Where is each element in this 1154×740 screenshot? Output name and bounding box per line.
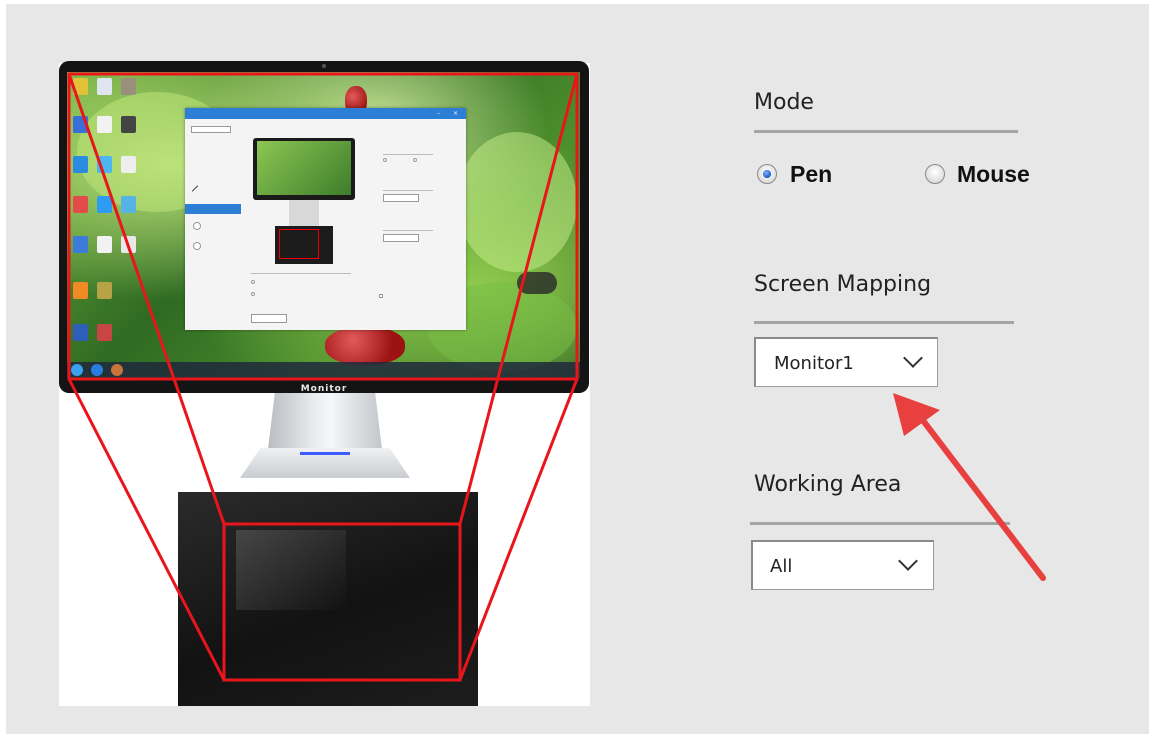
mini-radio[interactable]	[383, 158, 387, 162]
desktop-icon[interactable]	[73, 324, 88, 341]
mini-section-rule	[383, 190, 433, 191]
chevron-down-icon[interactable]	[898, 551, 918, 571]
desktop-icon[interactable]	[73, 282, 88, 299]
working-area-select[interactable]: All	[751, 540, 934, 590]
taskbar	[67, 362, 580, 378]
mode-title: Mode	[754, 90, 814, 115]
mini-stand	[289, 200, 319, 226]
working-area-divider	[750, 522, 1010, 525]
desktop-icon[interactable]	[121, 78, 136, 95]
mini-nav-active-item	[185, 204, 241, 214]
desktop-icon[interactable]	[73, 116, 88, 133]
working-area-value: All	[770, 556, 793, 577]
desktop-icon[interactable]	[97, 282, 112, 299]
desktop-icon[interactable]	[97, 324, 112, 341]
desktop-icon[interactable]	[97, 196, 112, 213]
desktop-icon[interactable]	[97, 78, 112, 95]
mini-monitor-screen	[257, 141, 351, 195]
mini-device-select[interactable]	[191, 126, 231, 133]
screen-mapping-value: Monitor1	[774, 353, 854, 374]
mini-divider	[251, 273, 351, 274]
start-icon[interactable]	[71, 364, 83, 376]
browser-icon[interactable]	[91, 364, 103, 376]
mode-divider	[754, 130, 1018, 133]
pen-radio-label[interactable]: Pen	[790, 161, 832, 188]
screen-mapping-title: Screen Mapping	[754, 272, 932, 297]
desktop-icon[interactable]	[97, 116, 112, 133]
monitor-brand-label: Monitor	[300, 384, 348, 394]
desktop-icon[interactable]	[73, 236, 88, 253]
mini-checkbox[interactable]	[379, 294, 383, 298]
mini-section-rule	[383, 154, 433, 155]
desktop-icon[interactable]	[121, 196, 136, 213]
floating-widget[interactable]	[517, 272, 557, 294]
close-icon[interactable]: ×	[453, 108, 458, 119]
desktop-icon[interactable]	[73, 196, 88, 213]
desktop-icon[interactable]	[121, 236, 136, 253]
mini-radio[interactable]	[251, 280, 255, 284]
about-icon	[193, 242, 201, 250]
pen-radio[interactable]	[757, 164, 777, 184]
window-titlebar: – ×	[185, 108, 466, 119]
mini-tablet-active-area	[279, 229, 319, 259]
desktop-icon[interactable]	[73, 156, 88, 173]
desktop-icon[interactable]	[73, 78, 88, 95]
desktop-icon[interactable]	[121, 156, 136, 173]
mouse-radio[interactable]	[925, 164, 945, 184]
pen-icon	[191, 185, 199, 192]
minimize-icon[interactable]: –	[437, 108, 440, 119]
desktop-icon[interactable]	[97, 236, 112, 253]
screen-mapping-divider	[754, 321, 1014, 324]
screen-mapping-select[interactable]: Monitor1	[754, 337, 938, 387]
monitor-stand-light	[300, 452, 350, 455]
app-icon[interactable]	[111, 364, 123, 376]
berry	[325, 327, 405, 365]
mouse-radio-label[interactable]: Mouse	[957, 161, 1030, 188]
monitor-stand-neck	[268, 393, 382, 449]
mini-section-rule	[383, 230, 433, 231]
desktop-icon[interactable]	[121, 116, 136, 133]
chevron-down-icon[interactable]	[903, 348, 923, 368]
mini-select[interactable]	[383, 194, 419, 202]
webcam-dot	[322, 64, 326, 68]
working-area-title: Working Area	[754, 472, 902, 497]
mini-radio[interactable]	[413, 158, 417, 162]
mini-radio[interactable]	[251, 292, 255, 296]
leaf-highlight	[457, 132, 577, 272]
driver-window-thumbnail: – ×	[185, 108, 466, 330]
mini-select[interactable]	[383, 234, 419, 242]
desktop-icon[interactable]	[97, 156, 112, 173]
function-icon	[193, 222, 201, 230]
tablet-sheen	[236, 530, 346, 610]
mini-default-button[interactable]	[251, 314, 287, 323]
